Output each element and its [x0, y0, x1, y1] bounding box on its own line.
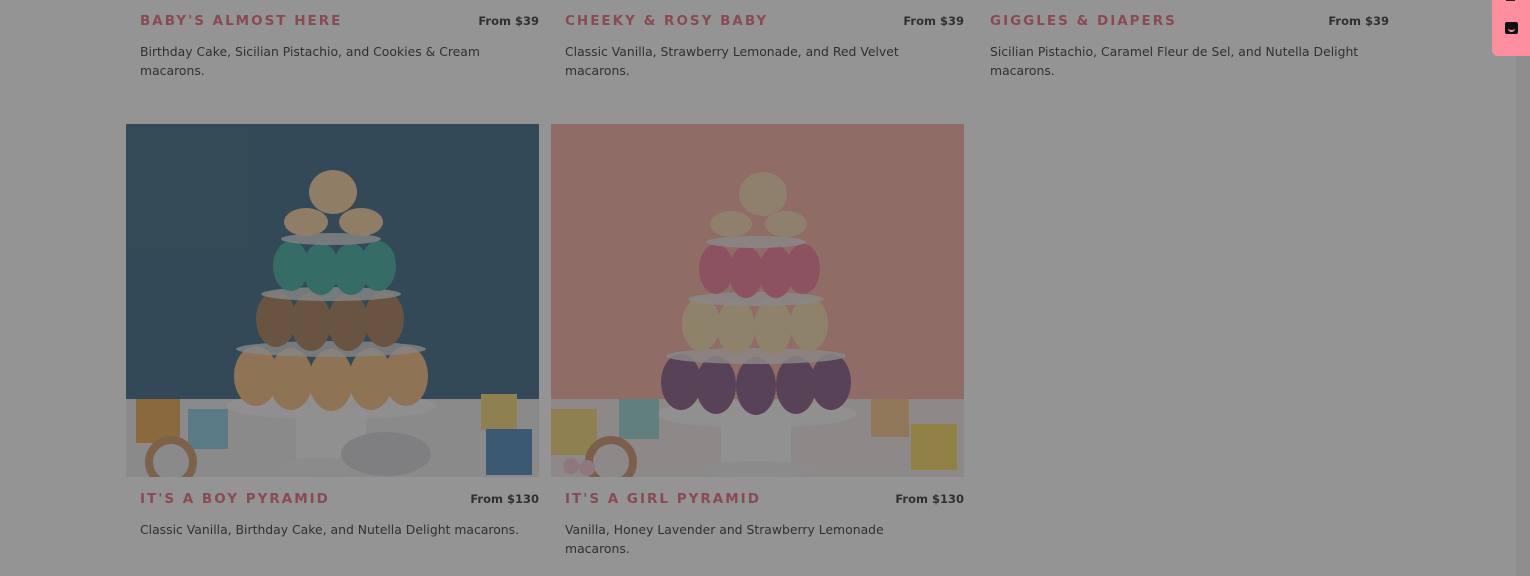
product-info-row: IT'S A GIRL PYRAMID From $130 [565, 489, 964, 509]
product-description: Sicilian Pistachio, Caramel Fleur de Sel… [990, 44, 1359, 78]
product-card-girl-pyramid[interactable]: IT'S A GIRL PYRAMID From $130 Vanilla, H… [551, 0, 964, 576]
product-info-row: GIGGLES & DIAPERS From $39 [990, 11, 1389, 31]
product-grid-page: BABY'S ALMOST HERE From $39 Birthday Cak… [0, 0, 1530, 576]
macaron-pyramid-illustration [126, 124, 539, 477]
product-description: Vanilla, Honey Lavender and Strawberry L… [565, 522, 884, 556]
product-price: From $130 [470, 492, 539, 506]
product-title[interactable]: IT'S A BOY PYRAMID [140, 491, 330, 507]
product-image-girl-pyramid[interactable] [551, 124, 964, 477]
product-card-boy-pyramid[interactable]: IT'S A BOY PYRAMID From $130 Classic Van… [126, 0, 539, 576]
macaron-pyramid-illustration [551, 124, 964, 477]
product-price: From $39 [1328, 14, 1389, 28]
product-price: From $130 [895, 492, 964, 506]
feedback-tab-label: F [1504, 0, 1518, 2]
product-info-row: IT'S A BOY PYRAMID From $130 [140, 489, 539, 509]
feedback-tab[interactable]: F [1492, 0, 1530, 56]
scrollbar-track[interactable] [1516, 0, 1530, 576]
feedback-icon [1505, 22, 1518, 34]
product-image-boy-pyramid[interactable] [126, 124, 539, 477]
product-description: Classic Vanilla, Birthday Cake, and Nute… [140, 522, 520, 537]
product-title[interactable]: GIGGLES & DIAPERS [990, 13, 1177, 29]
product-title[interactable]: IT'S A GIRL PYRAMID [565, 491, 761, 507]
